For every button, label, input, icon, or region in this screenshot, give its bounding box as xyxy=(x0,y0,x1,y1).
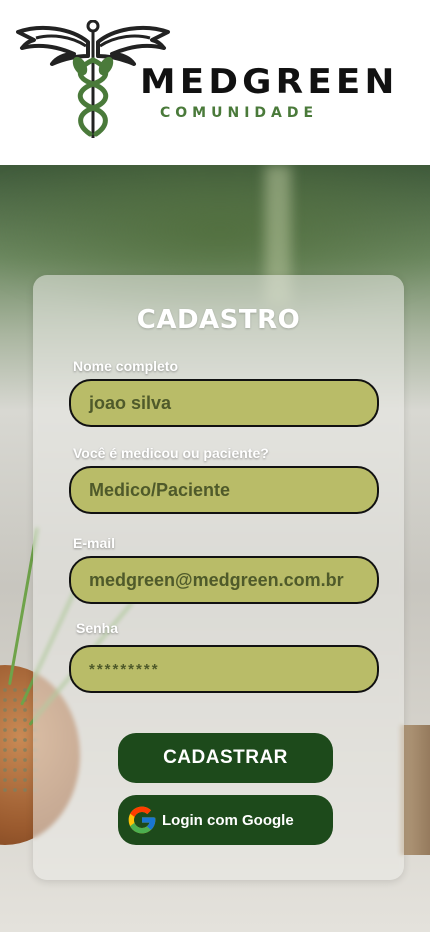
brand-subtitle: COMUNIDADE xyxy=(160,105,319,121)
email-input[interactable]: medgreen@medgreen.com.br xyxy=(69,556,379,604)
password-input[interactable]: ********* xyxy=(69,645,379,693)
google-g-icon xyxy=(128,806,156,834)
role-input[interactable]: Medico/Paciente xyxy=(69,466,379,514)
cadastrar-label: CADASTRAR xyxy=(163,747,288,768)
form-title: CADASTRO xyxy=(136,305,301,335)
full-name-value: joao silva xyxy=(89,392,172,413)
cadastrar-button[interactable]: CADASTRAR xyxy=(118,733,333,783)
password-value: ********* xyxy=(89,660,160,678)
signup-card: CADASTRO Nome completo joao silva Você é… xyxy=(33,275,404,880)
role-value: Medico/Paciente xyxy=(89,479,231,500)
role-label: Você é medicou ou paciente? xyxy=(73,445,269,461)
brand-name: MEDGREEN xyxy=(140,62,399,102)
google-login-button[interactable]: Login com Google xyxy=(118,795,333,845)
name-label: Nome completo xyxy=(73,358,179,374)
full-name-input[interactable]: joao silva xyxy=(69,379,379,427)
google-login-label: Login com Google xyxy=(162,811,294,829)
password-label: Senha xyxy=(76,620,119,636)
email-label: E-mail xyxy=(73,535,116,551)
email-value: medgreen@medgreen.com.br xyxy=(89,569,344,590)
header: MEDGREEN COMUNIDADE xyxy=(0,0,430,165)
